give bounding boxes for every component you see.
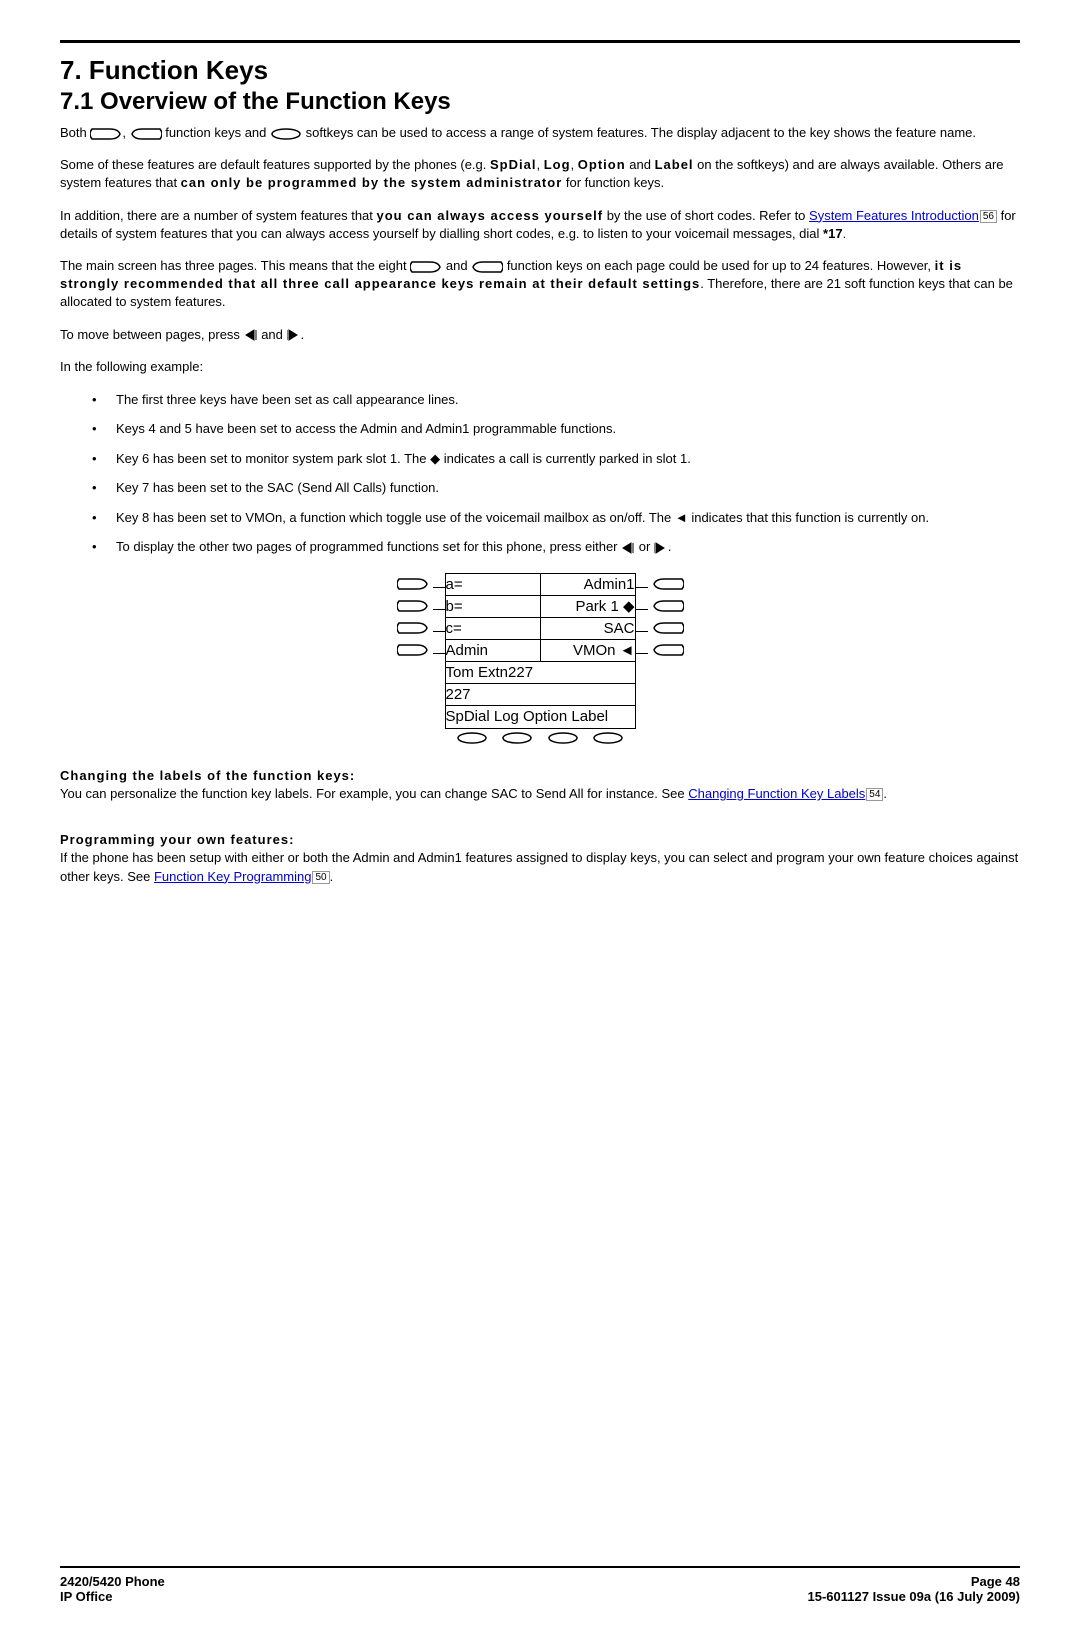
key-right-icon bbox=[397, 620, 429, 636]
pageref-54: 54 bbox=[866, 788, 883, 801]
section-programming-features: Programming your own features: If the ph… bbox=[60, 831, 1020, 886]
link-changing-labels[interactable]: Changing Function Key Labels bbox=[688, 786, 865, 801]
key-right-icon bbox=[397, 576, 429, 592]
display-r4-right: VMOn ◄ bbox=[540, 639, 635, 661]
key-right-icon bbox=[397, 598, 429, 614]
link-system-features[interactable]: System Features Introduction bbox=[809, 208, 979, 223]
key-left-icon bbox=[130, 126, 162, 142]
para-6: In the following example: bbox=[60, 358, 1020, 376]
key-left-icon bbox=[652, 576, 684, 592]
softkey-icon bbox=[456, 730, 488, 746]
display-r5: Tom Extn227 bbox=[445, 661, 635, 683]
bullet-1: The first three keys have been set as ca… bbox=[92, 390, 1020, 410]
pageref-56: 56 bbox=[980, 210, 997, 223]
triangle-left-icon bbox=[244, 328, 258, 342]
key-right-icon bbox=[90, 126, 122, 142]
display-r2-left: b= bbox=[445, 595, 540, 617]
bullet-2: Keys 4 and 5 have been set to access the… bbox=[92, 419, 1020, 439]
softkey-icon bbox=[501, 730, 533, 746]
example-bullets: The first three keys have been set as ca… bbox=[60, 390, 1020, 557]
top-rule bbox=[60, 40, 1020, 43]
chapter-heading: 7. Function Keys bbox=[60, 55, 1020, 86]
triangle-right-icon bbox=[287, 328, 301, 342]
display-r1-left: a= bbox=[445, 573, 540, 595]
key-left-icon bbox=[471, 259, 503, 275]
phone-display-diagram: a= Admin1 b= Park 1 ◆ c= SAC bbox=[60, 573, 1020, 747]
bullet-4: Key 7 has been set to the SAC (Send All … bbox=[92, 478, 1020, 498]
para-2: Some of these features are default featu… bbox=[60, 156, 1020, 192]
display-r3-right: SAC bbox=[540, 617, 635, 639]
page-content: 7. Function Keys 7.1 Overview of the Fun… bbox=[0, 0, 1080, 1634]
sec2-title: Programming your own features: bbox=[60, 832, 294, 847]
triangle-left-icon bbox=[621, 541, 635, 555]
diamond-icon bbox=[430, 451, 440, 466]
key-left-icon bbox=[652, 598, 684, 614]
pageref-50: 50 bbox=[312, 871, 329, 884]
section-heading: 7.1 Overview of the Function Keys bbox=[60, 88, 1020, 116]
key-right-icon bbox=[410, 259, 442, 275]
page-footer: 2420/5420 Phone IP Office Page 48 15-601… bbox=[60, 1566, 1020, 1604]
bullet-5: Key 8 has been set to VMOn, a function w… bbox=[92, 508, 1020, 528]
key-wide-icon bbox=[270, 126, 302, 142]
key-right-icon bbox=[397, 642, 429, 658]
key-left-icon bbox=[652, 642, 684, 658]
display-r1-right: Admin1 bbox=[540, 573, 635, 595]
link-function-key-programming[interactable]: Function Key Programming bbox=[154, 869, 312, 884]
footer-left: 2420/5420 Phone IP Office bbox=[60, 1574, 165, 1604]
key-left-icon bbox=[652, 620, 684, 636]
para-4: The main screen has three pages. This me… bbox=[60, 257, 1020, 312]
display-r2-right: Park 1 ◆ bbox=[540, 595, 635, 617]
para-1: Both , function keys and softkeys can be… bbox=[60, 124, 1020, 142]
softkey-icon bbox=[547, 730, 579, 746]
softkey-icon bbox=[592, 730, 624, 746]
display-r3-left: c= bbox=[445, 617, 540, 639]
sec1-title: Changing the labels of the function keys… bbox=[60, 768, 355, 783]
display-r6: 227 bbox=[445, 683, 635, 705]
triangle-left-icon: ◄ bbox=[675, 510, 688, 525]
section-changing-labels: Changing the labels of the function keys… bbox=[60, 767, 1020, 803]
bullet-3: Key 6 has been set to monitor system par… bbox=[92, 449, 1020, 469]
para-3: In addition, there are a number of syste… bbox=[60, 207, 1020, 243]
para-5: To move between pages, press and . bbox=[60, 326, 1020, 344]
triangle-right-icon bbox=[654, 541, 668, 555]
footer-right: Page 48 15-601127 Issue 09a (16 July 200… bbox=[808, 1574, 1021, 1604]
display-r4-left: Admin bbox=[445, 639, 540, 661]
bullet-6: To display the other two pages of progra… bbox=[92, 537, 1020, 557]
softkey-labels: SpDial Log Option Label bbox=[445, 705, 635, 728]
